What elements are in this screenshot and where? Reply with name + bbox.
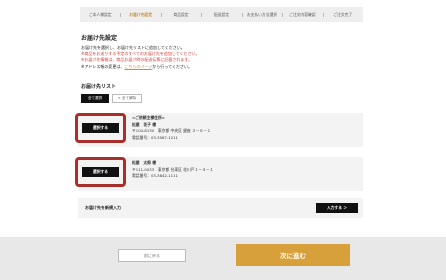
- progress-steps: ご本人様設定 お届け先設定 商品設定 配送設定 お支払い方法選択 ご注文内容確認…: [80, 7, 363, 22]
- step-payment: お支払い方法選択: [241, 12, 282, 18]
- select-highlight: 選択する: [75, 113, 126, 143]
- address-book-note: ※アドレス帳の変更は、こちらのページから行ってください。: [81, 64, 200, 70]
- back-button[interactable]: 前に戻る: [118, 249, 186, 262]
- address-book-link[interactable]: こちらのページ: [124, 64, 152, 69]
- step-confirm: ご注文内容確認: [282, 12, 322, 18]
- step-complete: ご注文完了: [322, 12, 363, 18]
- clear-all-button[interactable]: × 全て解除: [112, 94, 142, 103]
- recipient-name: 松屋 太郎 様: [132, 160, 157, 165]
- phone-number: 電話番号：03-3842-1111: [132, 173, 178, 179]
- new-address-row: お届け先を新規入力 入力する ＞: [78, 198, 363, 218]
- select-all-button[interactable]: 全て選択: [81, 94, 109, 103]
- step-product: 商品設定: [160, 12, 201, 18]
- instructions: お届け先を選択し、お届け先リストに追加してください。 ※商品をお送りする予定のす…: [81, 45, 200, 70]
- select-address-button[interactable]: 選択する: [82, 167, 119, 177]
- step-delivery-address: お届け先設定: [120, 12, 160, 18]
- note-suffix: から行ってください。: [152, 63, 192, 69]
- address-details: 松屋 太郎 様 〒111-0033 東京都 台東区 花川戸１－４－１ 電話番号：…: [132, 160, 213, 180]
- recipient-name: 松屋 花子 様: [132, 121, 157, 127]
- postal-address: 〒104-8130 東京都 中央区 銀座 ３－６－１: [132, 128, 211, 134]
- address-card: 選択する 松屋 太郎 様 〒111-0033 東京都 台東区 花川戸１－４－１ …: [75, 157, 363, 191]
- step-customer: ご本人様設定: [88, 11, 112, 17]
- phone-number: 電話番号：03-3567-1211: [132, 134, 178, 140]
- select-highlight: 選択する: [75, 157, 126, 187]
- select-address-button[interactable]: 選択する: [82, 123, 119, 133]
- enter-new-address-button[interactable]: 入力する ＞: [316, 203, 358, 213]
- page-title: お届け先設定: [81, 35, 118, 42]
- new-address-label: お届け先を新規入力: [85, 205, 121, 210]
- address-tag: <ご依頼主様住所>: [132, 115, 165, 120]
- footer-bar: 前に戻る 次に進む: [0, 237, 446, 280]
- address-details: <ご依頼主様住所> 松屋 花子 様 〒104-8130 東京都 中央区 銀座 ３…: [132, 115, 211, 141]
- note-prefix: ※アドレス帳の変更は、: [81, 63, 125, 69]
- postal-address: 〒111-0033 東京都 台東区 花川戸１－４－１: [132, 166, 214, 172]
- step-shipping: 配送設定: [201, 12, 241, 18]
- address-card: 選択する <ご依頼主様住所> 松屋 花子 様 〒104-8130 東京都 中央区…: [75, 113, 363, 147]
- next-button[interactable]: 次に進む: [236, 244, 350, 266]
- address-list-title: お届け先リスト: [81, 84, 117, 90]
